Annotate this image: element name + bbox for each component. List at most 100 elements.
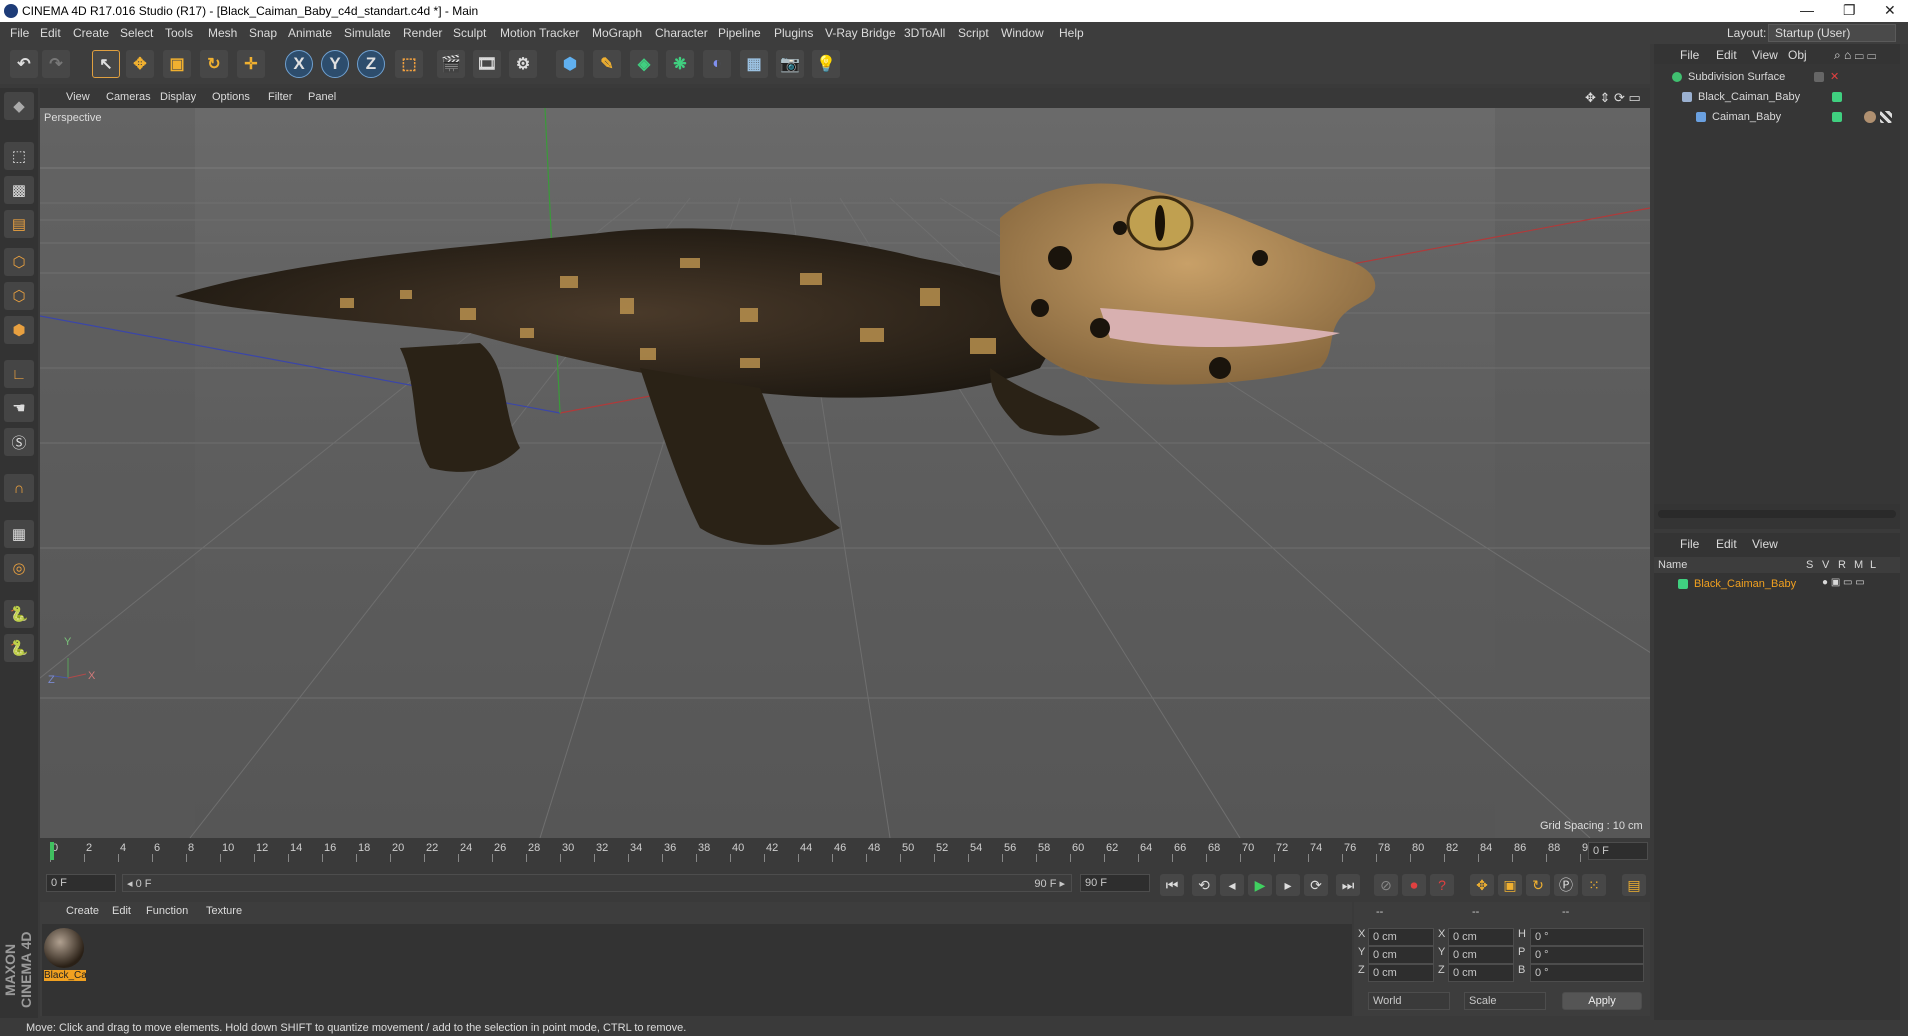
points-mode-icon[interactable]: ⬡ [4, 248, 34, 276]
size-field[interactable]: 0 cm [1448, 928, 1514, 946]
menu-window[interactable]: Window [1001, 26, 1044, 40]
menu-vray-bridge[interactable]: V-Ray Bridge [825, 26, 896, 40]
lock-workplane-icon[interactable]: ▦ [4, 520, 34, 548]
render-view-icon[interactable]: 🎬 [437, 50, 465, 78]
position-field[interactable]: 0 cm [1368, 964, 1434, 982]
menu-3dtoall[interactable]: 3DToAll [904, 26, 945, 40]
menu-snap[interactable]: Snap [249, 26, 277, 40]
cube-primitive-icon[interactable]: ⬢ [556, 50, 584, 78]
menu-render[interactable]: Render [403, 26, 442, 40]
minimize-button[interactable]: — [1800, 2, 1814, 18]
z-axis-toggle[interactable]: Z [357, 50, 385, 78]
keyframe-selection-icon[interactable]: ? [1430, 874, 1454, 896]
end-frame-field[interactable]: 90 F [1080, 874, 1150, 892]
material-tag-icon[interactable] [1864, 111, 1876, 123]
render-settings-icon[interactable]: ⚙ [509, 50, 537, 78]
object-menu-objects[interactable]: Obj [1788, 48, 1807, 62]
frame-range-slider[interactable]: ◂ 0 F 90 F ▸ [122, 874, 1072, 892]
current-frame-field[interactable]: 0 F [1588, 842, 1648, 860]
menu-select[interactable]: Select [120, 26, 153, 40]
apply-button[interactable]: Apply [1562, 992, 1642, 1010]
disabled-x-icon[interactable]: ✕ [1830, 70, 1839, 83]
undo-icon[interactable]: ↶ [10, 50, 38, 78]
key-pla-icon[interactable]: ⁙ [1582, 874, 1606, 896]
key-position-icon[interactable]: ✥ [1470, 874, 1494, 896]
coord-scale-dropdown[interactable]: Scale [1464, 992, 1546, 1010]
viewport-menu-panel[interactable]: Panel [308, 91, 336, 103]
material-menu-function[interactable]: Function [146, 905, 188, 917]
rotation-field[interactable]: 0 ° [1530, 964, 1644, 982]
viewport-menu-options[interactable]: Options [212, 91, 250, 103]
menu-sculpt[interactable]: Sculpt [453, 26, 486, 40]
object-row[interactable]: Subdivision Surface ✕ [1654, 68, 1900, 86]
layer-menu-view[interactable]: View [1752, 537, 1778, 551]
menu-pipeline[interactable]: Pipeline [718, 26, 761, 40]
edges-mode-icon[interactable]: ⬡ [4, 282, 34, 310]
previous-key-icon[interactable]: ⟲ [1192, 874, 1216, 896]
timeline-ruler[interactable]: 0 2 4 6 8 10 12 14 16 18 20 22 24 26 28 30 32 34 36 38 40 42 4… [40, 840, 1650, 864]
menu-tools[interactable]: Tools [165, 26, 193, 40]
key-scale-icon[interactable]: ▣ [1498, 874, 1522, 896]
menu-mograph[interactable]: MoGraph [592, 26, 642, 40]
layer-menu-edit[interactable]: Edit [1716, 537, 1737, 551]
camera-icon[interactable]: 📷 [776, 50, 804, 78]
snapping-icon[interactable]: Ⓢ [4, 428, 34, 456]
object-menu-file[interactable]: File [1680, 48, 1699, 62]
material-menu-edit[interactable]: Edit [112, 905, 131, 917]
autokey-icon[interactable]: ⏺ [1402, 874, 1426, 896]
next-key-icon[interactable]: ⟳ [1304, 874, 1328, 896]
object-menu-edit[interactable]: Edit [1716, 48, 1737, 62]
viewport-menu-filter[interactable]: Filter [268, 91, 292, 103]
menu-create[interactable]: Create [73, 26, 109, 40]
subdivision-surface-icon[interactable]: ◈ [630, 50, 658, 78]
size-field[interactable]: 0 cm [1448, 946, 1514, 964]
python-script-2-icon[interactable]: 🐍 [4, 634, 34, 662]
layer-menu-file[interactable]: File [1680, 537, 1699, 551]
viewport-nav-icons[interactable]: ✥ ⇕ ⟳ ▭ [1585, 90, 1641, 106]
texture-mode-icon[interactable]: ▩ [4, 176, 34, 204]
position-field[interactable]: 0 cm [1368, 946, 1434, 964]
mograph-cloner-icon[interactable]: ❋ [666, 50, 694, 78]
menu-animate[interactable]: Animate [288, 26, 332, 40]
model-mode-icon[interactable]: ⬚ [4, 142, 34, 170]
rotation-field[interactable]: 0 ° [1530, 928, 1644, 946]
object-menu-view[interactable]: View [1752, 48, 1778, 62]
solo-icon[interactable]: ◎ [4, 554, 34, 582]
move-tool-icon[interactable]: ✥ [126, 50, 154, 78]
layout-dropdown[interactable]: Startup (User) [1768, 24, 1896, 42]
go-to-end-icon[interactable]: ⏭ [1336, 874, 1360, 896]
material-slot[interactable]: Black_Ca [44, 928, 86, 982]
visibility-dot-icon[interactable] [1832, 92, 1842, 102]
live-selection-icon[interactable]: ✛ [237, 50, 265, 78]
menu-mesh[interactable]: Mesh [208, 26, 237, 40]
viewport-menu-cameras[interactable]: Cameras [106, 91, 151, 103]
y-axis-toggle[interactable]: Y [321, 50, 349, 78]
menu-help[interactable]: Help [1059, 26, 1084, 40]
python-script-icon[interactable]: 🐍 [4, 600, 34, 628]
material-menu-texture[interactable]: Texture [206, 905, 242, 917]
x-axis-toggle[interactable]: X [285, 50, 313, 78]
perspective-viewport[interactable]: Y Z X [40, 108, 1650, 838]
start-frame-field[interactable]: 0 F [46, 874, 116, 892]
key-parameter-icon[interactable]: Ⓟ [1554, 874, 1578, 896]
scale-tool-icon[interactable]: ▣ [163, 50, 191, 78]
axis-mode-icon[interactable]: ∟ [4, 360, 34, 388]
make-editable-icon[interactable]: ◆ [4, 92, 34, 120]
deformer-bend-icon[interactable]: ◐ [703, 50, 731, 78]
menu-motion-tracker[interactable]: Motion Tracker [500, 26, 579, 40]
redo-icon[interactable]: ↷ [42, 50, 70, 78]
select-arrow-icon[interactable]: ↖ [92, 50, 120, 78]
material-menu-create[interactable]: Create [66, 905, 99, 917]
next-frame-icon[interactable]: ▸ [1276, 874, 1300, 896]
texture-tag-icon[interactable] [1880, 111, 1892, 123]
menu-edit[interactable]: Edit [40, 26, 61, 40]
workplane-mode-icon[interactable]: ▤ [4, 210, 34, 238]
close-button[interactable]: ✕ [1884, 2, 1896, 19]
render-picture-viewer-icon[interactable]: 🎞 [473, 50, 501, 78]
rotate-tool-icon[interactable]: ↻ [200, 50, 228, 78]
object-row[interactable]: Black_Caiman_Baby [1654, 88, 1900, 106]
coord-system-dropdown[interactable]: World [1368, 992, 1450, 1010]
object-scrollbar[interactable] [1658, 510, 1896, 518]
play-forward-icon[interactable]: ▶ [1248, 874, 1272, 896]
go-to-start-icon[interactable]: ⏮ [1160, 874, 1184, 896]
